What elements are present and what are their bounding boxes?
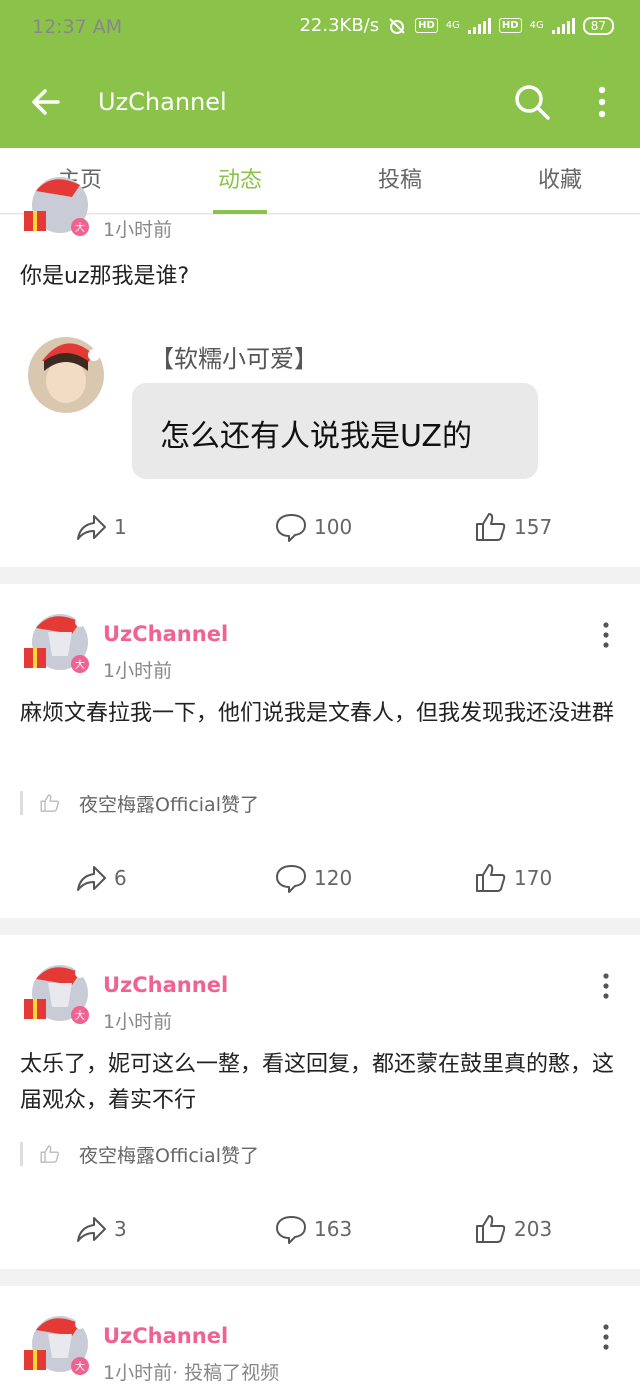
share-icon — [77, 866, 106, 891]
status-time: 12:37 AM — [32, 16, 123, 38]
thumbs-up-icon — [476, 513, 506, 541]
comment-icon — [276, 1216, 306, 1244]
thumbs-up-icon — [476, 864, 506, 892]
alarm-off-icon — [389, 17, 405, 34]
liked-by-text[interactable]: 夜空梅露Official赞了 — [79, 1141, 259, 1168]
hd-badge-1: HD — [415, 18, 438, 33]
avatar[interactable]: 大 — [22, 1310, 92, 1376]
comment-button[interactable]: 120 — [274, 862, 352, 894]
image-avatar — [28, 337, 104, 413]
more-vert-icon[interactable] — [588, 84, 616, 120]
share-count: 3 — [114, 1217, 127, 1241]
post-time: 1小时前 — [103, 219, 173, 241]
signal-icon-2 — [551, 17, 575, 34]
page-title: UzChannel — [98, 88, 227, 116]
feed-card[interactable]: 大 UzChannel 1小时前· 投稿了视频 — [0, 1286, 640, 1386]
post-actions: 6 120 170 — [0, 862, 640, 902]
post-time: 1小时前 — [103, 1011, 173, 1033]
post-time: 1小时前 — [103, 660, 173, 682]
tab-bar: 主页 动态 投稿 收藏 — [0, 148, 640, 214]
like-count: 203 — [514, 1217, 553, 1241]
post-actions: 1 100 157 — [0, 511, 640, 551]
author-name[interactable]: UzChannel — [103, 1324, 228, 1348]
comment-button[interactable]: 100 — [274, 511, 352, 543]
tab-favorites[interactable]: 收藏 — [480, 148, 640, 214]
avatar[interactable]: 大 — [22, 959, 92, 1025]
comment-count: 163 — [314, 1217, 353, 1241]
active-tab-indicator — [213, 210, 267, 214]
feed-card[interactable]: 大 UzChannel 1小时前 麻烦文春拉我一下，他们说我是文春人，但我发现我… — [0, 584, 640, 918]
share-button[interactable]: 6 — [74, 862, 127, 894]
more-vert-icon[interactable] — [596, 620, 616, 650]
tab-submissions[interactable]: 投稿 — [320, 148, 480, 214]
status-icons: 22.3KB/s HD 4G HD 4G 87 — [299, 15, 614, 36]
like-button[interactable]: 203 — [474, 1213, 552, 1245]
network-type-2: 4G — [529, 20, 544, 31]
image-sender-name: 【软糯小可爱】 — [150, 345, 318, 373]
app-bar: UzChannel — [0, 58, 640, 148]
share-icon — [77, 515, 106, 540]
share-icon — [77, 1217, 106, 1242]
svg-text:大: 大 — [75, 221, 85, 234]
more-vert-icon[interactable] — [596, 1322, 616, 1352]
comment-count: 100 — [314, 515, 353, 539]
tab-feed[interactable]: 动态 — [160, 148, 320, 214]
svg-text:大: 大 — [75, 658, 85, 671]
network-type-1: 4G — [445, 20, 460, 31]
post-text: 麻烦文春拉我一下，他们说我是文春人，但我发现我还没进群 — [20, 701, 615, 726]
liked-by: 夜空梅露Official赞了 — [20, 790, 259, 817]
post-image[interactable]: 【软糯小可爱】 怎么还有人说我是UZ的 — [20, 311, 550, 495]
feed-card[interactable]: 大 UzChannel 1小时前 太乐了，妮可这么一整，看这回复，都还蒙在鼓里真… — [0, 935, 640, 1269]
network-speed: 22.3KB/s — [299, 15, 380, 36]
liked-by-text[interactable]: 夜空梅露Official赞了 — [79, 790, 259, 817]
image-bubble-text: 怎么还有人说我是UZ的 — [160, 419, 472, 454]
svg-text:大: 大 — [75, 1009, 85, 1022]
like-button[interactable]: 157 — [474, 511, 552, 543]
back-arrow-icon[interactable] — [28, 84, 64, 120]
avatar[interactable]: 大 — [22, 608, 92, 674]
author-name[interactable]: UzChannel — [103, 973, 228, 997]
thumbs-up-icon — [40, 1145, 59, 1163]
post-time: 1小时前· 投稿了视频 — [103, 1362, 280, 1384]
feed-card[interactable]: 大 1小时前 你是uz那我是谁? 【软糯小可爱】 怎么还有人说我是UZ的 1 1… — [0, 177, 640, 567]
share-button[interactable]: 1 — [74, 511, 127, 543]
like-count: 157 — [514, 515, 553, 539]
more-vert-icon[interactable] — [596, 971, 616, 1001]
post-text: 你是uz那我是谁? — [20, 264, 190, 289]
comment-icon — [276, 865, 306, 893]
thumbs-up-icon — [476, 1215, 506, 1243]
like-count: 170 — [514, 866, 553, 890]
comment-icon — [276, 514, 306, 542]
signal-icon-1 — [467, 17, 491, 34]
svg-text:大: 大 — [75, 1360, 85, 1373]
image-chat-bubble: 怎么还有人说我是UZ的 — [132, 383, 538, 479]
share-button[interactable]: 3 — [74, 1213, 127, 1245]
author-name[interactable]: UzChannel — [103, 622, 228, 646]
share-count: 6 — [114, 866, 127, 890]
battery-icon: 87 — [582, 16, 614, 35]
comment-count: 120 — [314, 866, 353, 890]
like-button[interactable]: 170 — [474, 862, 552, 894]
avatar[interactable]: 大 — [22, 171, 92, 237]
search-icon[interactable] — [512, 82, 552, 122]
status-bar: 12:37 AM 22.3KB/s HD 4G HD 4G 87 — [0, 0, 640, 58]
thumbs-up-icon — [40, 794, 59, 812]
post-text: 太乐了，妮可这么一整，看这回复，都还蒙在鼓里真的憨，这届观众，着实不行 — [20, 1052, 615, 1113]
comment-button[interactable]: 163 — [274, 1213, 352, 1245]
post-actions: 3 163 203 — [0, 1213, 640, 1253]
liked-by: 夜空梅露Official赞了 — [20, 1141, 259, 1168]
share-count: 1 — [114, 515, 127, 539]
hd-badge-2: HD — [498, 18, 522, 33]
